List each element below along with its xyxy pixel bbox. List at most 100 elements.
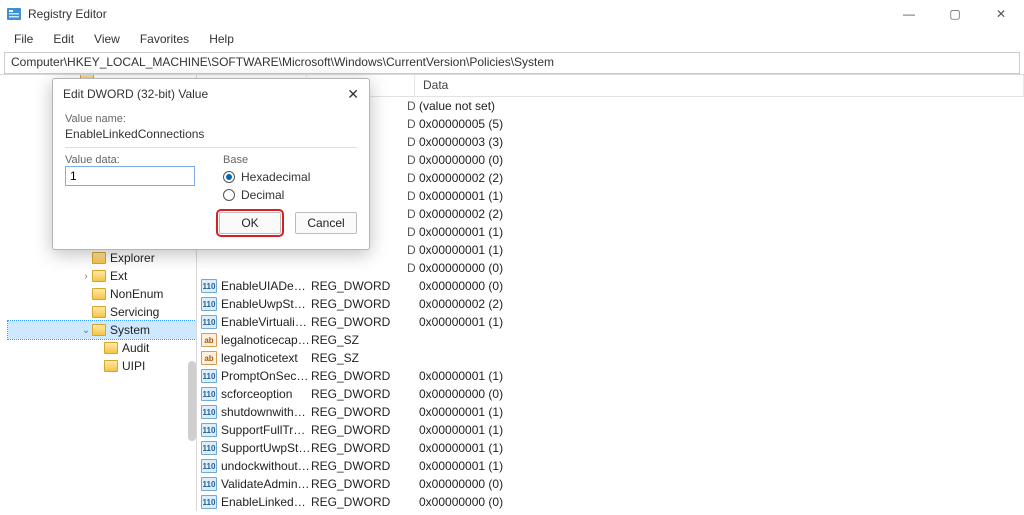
menu-favorites[interactable]: Favorites (132, 30, 197, 48)
row-type: REG_DWORD (311, 369, 419, 383)
row-data: 0x00000002 (2) (419, 297, 1024, 311)
dialog-title: Edit DWORD (32-bit) Value (63, 87, 208, 101)
radio-dot-icon (223, 171, 235, 183)
folder-icon (92, 288, 106, 300)
row-name: ValidateAdminC... (221, 477, 311, 491)
menu-file[interactable]: File (6, 30, 41, 48)
string-value-icon: ab (201, 333, 217, 347)
binary-value-icon: 110 (201, 459, 217, 473)
row-data: 0x00000001 (1) (419, 441, 1024, 455)
row-name: EnableUwpStart... (221, 297, 311, 311)
minimize-button[interactable]: — (886, 0, 932, 28)
value-data-input[interactable] (65, 166, 195, 186)
chevron-down-icon[interactable]: ⌄ (80, 325, 92, 336)
row-data: 0x00000001 (1) (419, 225, 1024, 239)
row-name: EnableVirtualizat... (221, 315, 311, 329)
registry-row[interactable]: 110SupportUwpStar...REG_DWORD0x00000001 … (197, 439, 1024, 457)
value-name-label: Value name: (65, 113, 357, 125)
row-data: 0x00000000 (0) (419, 387, 1024, 401)
row-data: 0x00000001 (1) (419, 315, 1024, 329)
registry-row[interactable]: 110undockwithoutlo...REG_DWORD0x00000001… (197, 457, 1024, 475)
titlebar: Registry Editor — ▢ ✕ (0, 0, 1024, 28)
ok-button[interactable]: OK (219, 212, 281, 234)
row-data: 0x00000000 (0) (419, 279, 1024, 293)
tree-scrollbar[interactable] (188, 361, 196, 441)
row-type: REG_DWORD (311, 405, 419, 419)
row-data: 0x00000001 (1) (419, 405, 1024, 419)
tree-item-label: System (110, 323, 150, 337)
registry-row[interactable]: 110EnableUwpStart...REG_DWORD0x00000002 … (197, 295, 1024, 313)
registry-row[interactable]: 110 shutdownwithou...REG_DWORD0x00000001 … (197, 403, 1024, 421)
registry-row[interactable]: 110PromptOnSecure...REG_DWORD0x00000001 … (197, 367, 1024, 385)
cancel-button[interactable]: Cancel (295, 212, 357, 234)
radio-dot-icon (223, 189, 235, 201)
row-type: D (311, 261, 419, 275)
binary-value-icon: 110 (201, 297, 217, 311)
tree-item-label: NonEnum (110, 287, 163, 301)
folder-icon (92, 306, 106, 318)
tree-item[interactable]: ›Ext (8, 267, 197, 285)
maximize-button[interactable]: ▢ (932, 0, 978, 28)
folder-icon (92, 270, 106, 282)
row-data: 0x00000000 (0) (419, 477, 1024, 491)
row-data: 0x00000000 (0) (419, 261, 1024, 275)
registry-row[interactable]: ablegalnoticetextREG_SZ (197, 349, 1024, 367)
tree-item[interactable]: Explorer (8, 249, 197, 267)
address-bar[interactable]: Computer\HKEY_LOCAL_MACHINE\SOFTWARE\Mic… (4, 52, 1020, 74)
radio-decimal[interactable]: Decimal (223, 188, 310, 202)
row-type: REG_DWORD (311, 279, 419, 293)
tree-item[interactable]: UIPI (8, 357, 197, 375)
chevron-right-icon[interactable]: › (80, 271, 92, 282)
col-data-header[interactable]: Data (415, 75, 1024, 96)
row-name: EnableLinkedCo... (221, 495, 311, 509)
row-data: 0x00000001 (1) (419, 189, 1024, 203)
binary-value-icon: 110 (201, 495, 217, 509)
registry-row[interactable]: 110scforceoptionREG_DWORD0x00000000 (0) (197, 385, 1024, 403)
registry-row[interactable]: 110EnableVirtualizat...REG_DWORD0x000000… (197, 313, 1024, 331)
row-data: 0x00000002 (2) (419, 171, 1024, 185)
row-name: shutdownwithou... (221, 405, 311, 419)
dialog-close-button[interactable]: ✕ (347, 86, 359, 103)
row-data: 0x00000003 (3) (419, 135, 1024, 149)
row-data: 0x00000001 (1) (419, 423, 1024, 437)
binary-value-icon: 110 (201, 423, 217, 437)
row-name: legalnoticecapti... (221, 333, 311, 347)
binary-value-icon: 110 (201, 477, 217, 491)
registry-row[interactable]: 110EnableLinkedCo...REG_DWORD0x00000000 … (197, 493, 1024, 511)
tree-item[interactable]: NonEnum (8, 285, 197, 303)
registry-row[interactable]: ablegalnoticecapti...REG_SZ (197, 331, 1024, 349)
binary-value-icon: 110 (201, 387, 217, 401)
radio-hexadecimal[interactable]: Hexadecimal (223, 170, 310, 184)
row-data: 0x00000002 (2) (419, 207, 1024, 221)
tree-item[interactable]: Servicing (8, 303, 197, 321)
registry-row[interactable]: 110D0x00000000 (0) (197, 259, 1024, 277)
menu-view[interactable]: View (86, 30, 128, 48)
registry-row[interactable]: 110SupportFullTrust...REG_DWORD0x0000000… (197, 421, 1024, 439)
row-name: legalnoticetext (221, 351, 311, 365)
close-window-button[interactable]: ✕ (978, 0, 1024, 28)
row-data: 0x00000005 (5) (419, 117, 1024, 131)
tree-item[interactable]: ⌄ System (8, 321, 197, 339)
value-name-text: EnableLinkedConnections (65, 127, 357, 141)
binary-value-icon: 110 (201, 369, 217, 383)
folder-icon (92, 324, 106, 336)
binary-value-icon: 110 (201, 279, 217, 293)
base-label: Base (223, 154, 310, 166)
row-data: 0x00000001 (1) (419, 369, 1024, 383)
binary-value-icon: 110 (201, 405, 217, 419)
registry-row[interactable]: 110EnableUIADeskt...REG_DWORD0x00000000 … (197, 277, 1024, 295)
window-title: Registry Editor (28, 7, 107, 21)
row-name: scforceoption (221, 387, 311, 401)
registry-row[interactable]: 110ValidateAdminC...REG_DWORD0x00000000 … (197, 475, 1024, 493)
row-type: REG_DWORD (311, 495, 419, 509)
row-name: SupportUwpStar... (221, 441, 311, 455)
menu-edit[interactable]: Edit (45, 30, 82, 48)
row-type: REG_DWORD (311, 459, 419, 473)
menu-help[interactable]: Help (201, 30, 242, 48)
folder-icon (92, 252, 106, 264)
tree-item-label: UIPI (122, 359, 145, 373)
edit-dword-dialog: Edit DWORD (32-bit) Value ✕ Value name: … (52, 78, 370, 250)
row-type: REG_SZ (311, 351, 419, 365)
tree-item[interactable]: Audit (8, 339, 197, 357)
value-data-label: Value data: (65, 154, 205, 166)
